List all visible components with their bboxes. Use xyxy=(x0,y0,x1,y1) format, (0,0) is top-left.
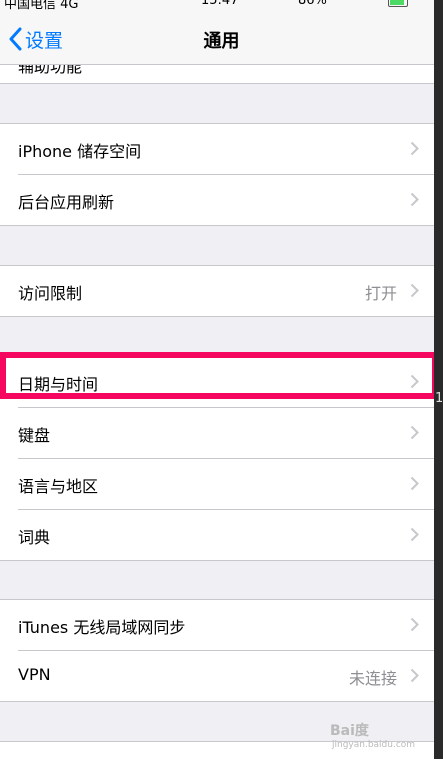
list-item-keyboard[interactable]: 键盘 xyxy=(18,408,443,459)
list-item-label: iTunes 无线局域网同步 xyxy=(18,618,186,637)
battery-icon xyxy=(388,0,408,7)
list-item-label: 词典 xyxy=(18,528,51,547)
battery-percent: 86% xyxy=(298,0,327,8)
status-bar: 中国电信 4G 15:47 86% xyxy=(0,0,443,12)
list-item-restrictions[interactable]: 访问限制 打开 xyxy=(18,266,443,316)
list-item-background-refresh[interactable]: 后台应用刷新 xyxy=(18,175,443,225)
chevron-right-icon xyxy=(410,425,419,440)
list-item-itunes-wifi-sync[interactable]: iTunes 无线局域网同步 xyxy=(18,600,443,651)
list-item-label: 语言与地区 xyxy=(18,477,99,496)
settings-group-restrictions: 访问限制 打开 xyxy=(0,265,443,317)
chevron-right-icon xyxy=(410,374,419,389)
settings-group-sync: iTunes 无线局域网同步 VPN 未连接 xyxy=(0,599,443,702)
chevron-right-icon xyxy=(410,527,419,542)
watermark-site: jingyan.baidu.com xyxy=(332,740,416,750)
chevron-right-icon xyxy=(410,141,419,156)
chevron-right-icon xyxy=(410,617,419,632)
list-item-value: 未连接 xyxy=(348,669,397,688)
list-item-label: 访问限制 xyxy=(18,284,83,303)
adjacent-panel-edge: 1 xyxy=(434,0,443,759)
list-item-label: 后台应用刷新 xyxy=(18,193,115,212)
settings-group-datetime: 日期与时间 键盘 语言与地区 词典 xyxy=(0,356,443,561)
list-item-label: iPhone 储存空间 xyxy=(18,142,142,161)
clock: 15:47 xyxy=(201,0,239,8)
page-title: 通用 xyxy=(203,31,240,52)
list-item-label: 日期与时间 xyxy=(18,375,99,394)
list-item-vpn[interactable]: VPN 未连接 xyxy=(18,651,443,701)
chevron-right-icon xyxy=(410,668,419,683)
carrier-label: 中国电信 4G xyxy=(4,0,79,12)
list-item-language-region[interactable]: 语言与地区 xyxy=(18,459,443,510)
settings-group-storage: iPhone 储存空间 后台应用刷新 xyxy=(0,123,443,226)
list-item-label: VPN xyxy=(18,665,51,684)
list-item-dictionary[interactable]: 词典 xyxy=(18,510,443,560)
list-item-iphone-storage[interactable]: iPhone 储存空间 xyxy=(18,124,443,175)
list-item-value: 打开 xyxy=(364,284,397,303)
partial-list-item-label: 辅助功能 xyxy=(18,65,83,76)
chevron-right-icon xyxy=(410,192,419,207)
partial-list-item[interactable]: 辅助功能 xyxy=(0,65,443,84)
battery-fill xyxy=(390,0,404,5)
list-item-date-time[interactable]: 日期与时间 xyxy=(18,357,443,408)
list-item-label: 键盘 xyxy=(18,426,51,445)
adjacent-panel-number: 1 xyxy=(435,391,443,406)
chevron-right-icon xyxy=(410,283,419,298)
watermark: Bai度 jingyan.baidu.com xyxy=(330,712,415,752)
watermark-logo: Bai度 xyxy=(330,723,369,739)
chevron-right-icon xyxy=(410,476,419,491)
navigation-bar: 设置 通用 xyxy=(0,12,443,65)
